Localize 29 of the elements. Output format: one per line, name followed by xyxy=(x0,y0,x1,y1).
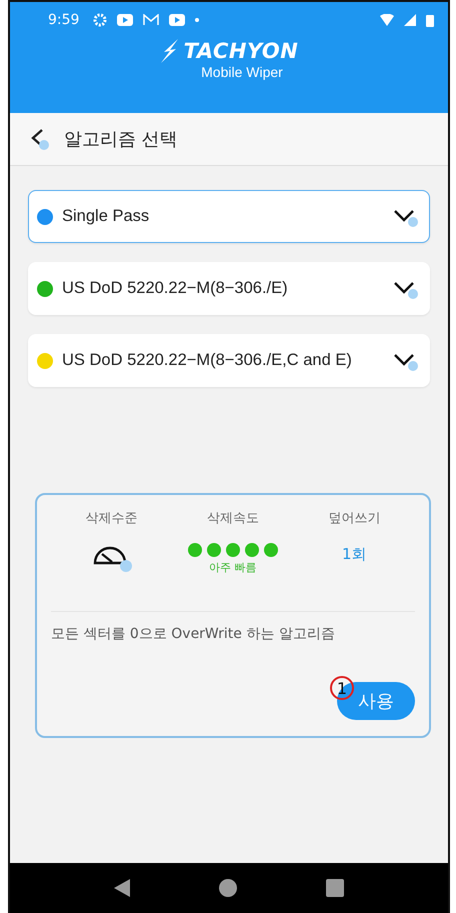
algorithm-item[interactable]: US DoD 5220.22−M(8−306./E) xyxy=(28,262,430,315)
brand-subtitle: Mobile Wiper xyxy=(201,64,283,80)
dot-icon xyxy=(195,18,200,22)
column-heading: 삭제속도 xyxy=(206,510,259,527)
status-time: 9:59 xyxy=(48,12,80,28)
play-icon xyxy=(117,14,134,26)
home-icon[interactable] xyxy=(218,879,237,897)
signal-icon xyxy=(404,14,416,26)
algorithm-description: 모든 섹터를 0으로 OverWrite 하는 알고리즘 xyxy=(51,625,336,643)
mail-icon xyxy=(143,14,160,26)
column-heading: 삭제수준 xyxy=(86,510,138,527)
battery-icon xyxy=(426,14,434,26)
brand-name: TACHYON xyxy=(184,39,298,63)
play-icon xyxy=(169,14,186,26)
wifi-icon xyxy=(380,14,394,26)
algorithm-item[interactable]: Single Pass xyxy=(28,190,430,243)
back-icon[interactable] xyxy=(114,879,130,897)
algorithm-item[interactable]: US DoD 5220.22−M(8−306./E,C and E) xyxy=(28,334,430,387)
lightning-icon xyxy=(160,38,180,64)
algorithm-name: US DoD 5220.22−M(8−306./E,C and E) xyxy=(62,351,353,370)
recents-icon[interactable] xyxy=(326,879,344,897)
column-heading: 덮어쓰기 xyxy=(328,510,380,527)
overwrite-count: 1회 xyxy=(342,545,367,564)
gear-icon xyxy=(93,13,108,27)
back-icon[interactable] xyxy=(30,127,52,151)
page-title: 알고리즘 선택 xyxy=(64,128,178,151)
algorithm-name: Single Pass xyxy=(62,207,150,226)
speed-caption: 아주 빠름 xyxy=(209,560,257,575)
algorithm-name: US DoD 5220.22−M(8−306./E) xyxy=(62,279,289,298)
